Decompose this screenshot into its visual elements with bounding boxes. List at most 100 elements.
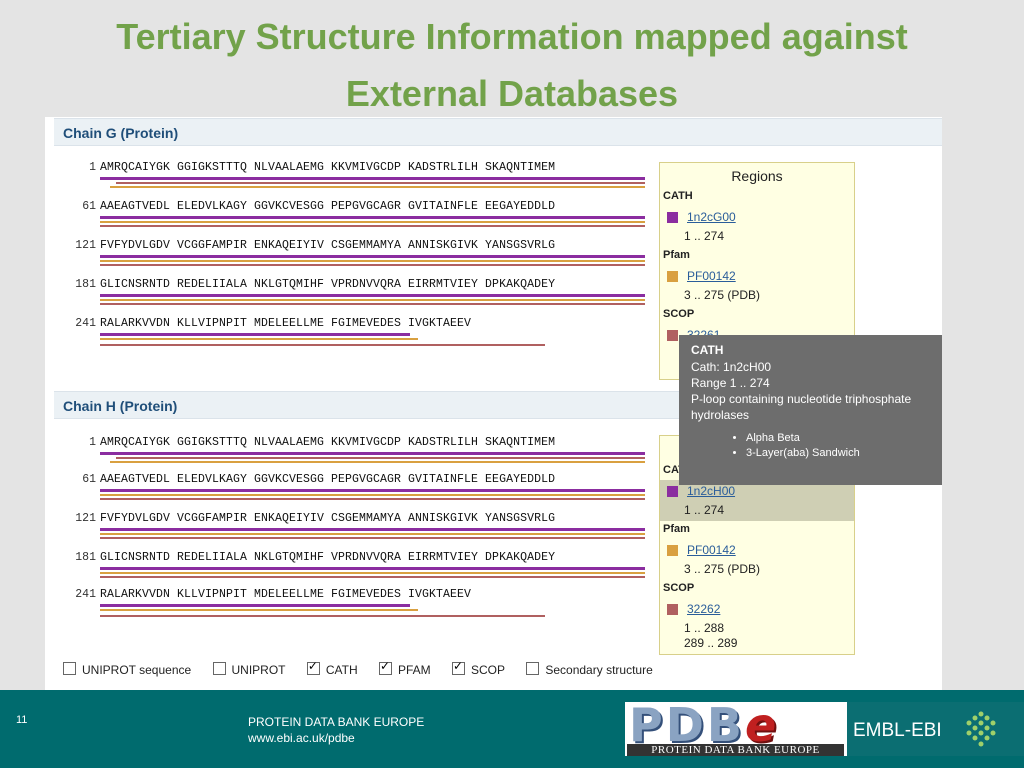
- scop-track[interactable]: [116, 457, 645, 459]
- scop-domain-link[interactable]: 32262: [687, 602, 720, 616]
- pfam-track[interactable]: [100, 299, 645, 301]
- residue-number: 61: [82, 473, 96, 486]
- checkbox-label: Secondary structure: [545, 663, 653, 677]
- pfam-region-item[interactable]: PF00142: [667, 543, 854, 557]
- checkbox-label: UNIPROT sequence: [82, 663, 192, 677]
- cath-track[interactable]: [100, 452, 645, 455]
- toggle-pfam[interactable]: PFAM: [378, 659, 431, 677]
- cath-track[interactable]: [100, 489, 645, 492]
- scop-track[interactable]: [100, 615, 545, 617]
- pfam-domain-link[interactable]: PF00142: [687, 543, 736, 557]
- sequence-text: FVFYDVLGDV VCGGFAMPIR ENKAQEIYIV CSGEMMA…: [100, 512, 556, 525]
- residue-number: 61: [82, 200, 96, 213]
- residue-number: 121: [75, 512, 96, 525]
- scop-track[interactable]: [100, 498, 645, 500]
- pdbe-logo-letters: PDBe: [629, 702, 779, 748]
- cath-track[interactable]: [100, 255, 645, 258]
- embl-dots-icon: [966, 711, 996, 747]
- cath-region-highlight: 1n2cH00 1 .. 274: [660, 480, 854, 521]
- cath-track[interactable]: [100, 216, 645, 219]
- title-line-1: Tertiary Structure Information mapped ag…: [116, 16, 908, 57]
- footer-org: PROTEIN DATA BANK EUROPE www.ebi.ac.uk/p…: [248, 714, 424, 746]
- scop-track[interactable]: [100, 576, 645, 578]
- pfam-track[interactable]: [100, 260, 645, 262]
- checkbox-checked[interactable]: [306, 659, 320, 675]
- scop-track[interactable]: [100, 344, 545, 346]
- scop-track[interactable]: [116, 182, 645, 184]
- pfam-track[interactable]: [100, 494, 645, 496]
- slide-title: Tertiary Structure Information mapped ag…: [0, 8, 1024, 122]
- pfam-region-item[interactable]: PF00142: [667, 269, 854, 283]
- toggle-uniprot-sequence[interactable]: UNIPROT sequence: [63, 662, 191, 677]
- pfam-track[interactable]: [100, 572, 645, 574]
- page-number: 11: [16, 714, 28, 726]
- regions-title: Regions: [731, 168, 783, 184]
- cath-tooltip: CATH Cath: 1n2cH00 Range 1 .. 274 P-loop…: [679, 335, 942, 485]
- embl-ebi-text: EMBL-EBI: [853, 720, 942, 741]
- scop-color-swatch: [667, 329, 678, 341]
- scop-region-item[interactable]: 32262: [667, 602, 854, 616]
- residue-number: 121: [75, 239, 96, 252]
- sequence-text: GLICNSRNTD REDELIIALA NKLGTQMIHF VPRDNVV…: [100, 278, 556, 291]
- sequence-text: FVFYDVLGDV VCGGFAMPIR ENKAQEIYIV CSGEMMA…: [100, 239, 556, 252]
- cath-track[interactable]: [100, 177, 645, 180]
- checkbox-checked[interactable]: [378, 659, 392, 675]
- cath-track[interactable]: [100, 604, 410, 607]
- residue-number: 241: [75, 588, 96, 601]
- pfam-color-swatch: [667, 270, 678, 282]
- checkbox[interactable]: [63, 662, 76, 675]
- tooltip-class-item: Alpha Beta: [746, 431, 930, 446]
- cath-domain-link[interactable]: 1n2cH00: [687, 484, 735, 498]
- pfam-track[interactable]: [100, 338, 418, 340]
- cath-region-item[interactable]: 1n2cG00: [667, 210, 854, 224]
- cath-track[interactable]: [100, 528, 645, 531]
- sequence-text: AMRQCAIYGK GGIGKSTTTQ NLVAALAEMG KKVMIVG…: [100, 436, 556, 449]
- cath-track[interactable]: [100, 333, 410, 336]
- pdbe-logo: PDBe PROTEIN DATA BANK EUROPE: [625, 702, 846, 756]
- toggle-uniprot[interactable]: UNIPROT: [212, 662, 286, 677]
- pfam-track[interactable]: [100, 221, 645, 223]
- cath-range: 1 .. 274: [684, 229, 725, 243]
- sequence-text: AAEAGTVEDL ELEDVLKAGY GGVKCVESGG PEPGVGC…: [100, 200, 556, 213]
- slide-footer: 11 PROTEIN DATA BANK EUROPE www.ebi.ac.u…: [0, 690, 1024, 768]
- pfam-track[interactable]: [110, 461, 645, 463]
- residue-number: 241: [75, 317, 96, 330]
- residue-number: 1: [89, 161, 96, 174]
- toggle-secondary-structure[interactable]: Secondary structure: [526, 662, 653, 677]
- cath-range: 1 .. 274: [684, 503, 725, 517]
- scop-range-1: 1 .. 288: [684, 621, 725, 635]
- sequence-text: RALARKVVDN KLLVIPNPIT MDELEELLME FGIMEVE…: [100, 317, 472, 330]
- checkbox-label: UNIPROT: [231, 663, 286, 677]
- checkbox[interactable]: [212, 662, 226, 675]
- pfam-track[interactable]: [100, 609, 418, 611]
- pfam-range: 3 .. 275 (PDB): [684, 562, 761, 576]
- scop-color-swatch: [667, 603, 678, 615]
- chain-g-header: Chain G (Protein): [54, 118, 942, 146]
- tooltip-description: P-loop containing nucleotide triphosphat…: [691, 392, 912, 406]
- residue-number: 181: [75, 278, 96, 291]
- scop-track[interactable]: [100, 225, 645, 227]
- sequence-text: AAEAGTVEDL ELEDVLKAGY GGVKCVESGG PEPGVGC…: [100, 473, 556, 486]
- toggle-cath[interactable]: CATH: [306, 659, 358, 677]
- pfam-track[interactable]: [110, 186, 645, 188]
- cath-track[interactable]: [100, 567, 645, 570]
- toggle-scop[interactable]: SCOP: [452, 659, 505, 677]
- cath-color-swatch: [667, 211, 678, 223]
- scop-section-label: SCOP: [663, 582, 695, 594]
- cath-domain-link[interactable]: 1n2cG00: [687, 210, 736, 224]
- scop-track[interactable]: [100, 537, 645, 539]
- cath-section-label: CATH: [663, 190, 693, 202]
- checkbox[interactable]: [526, 662, 540, 675]
- footer-url: www.ebi.ac.uk/pdbe: [248, 731, 355, 745]
- scop-track[interactable]: [100, 264, 645, 266]
- cath-track[interactable]: [100, 294, 645, 297]
- tooltip-architecture-item: 3-Layer(aba) Sandwich: [746, 446, 930, 461]
- scop-section-label: SCOP: [663, 308, 695, 320]
- residue-number: 181: [75, 551, 96, 564]
- scop-track[interactable]: [100, 303, 645, 305]
- residue-number: 1: [89, 436, 96, 449]
- pfam-domain-link[interactable]: PF00142: [687, 269, 736, 283]
- pfam-track[interactable]: [100, 533, 645, 535]
- checkbox-label: PFAM: [397, 663, 431, 677]
- checkbox-checked[interactable]: [452, 659, 465, 675]
